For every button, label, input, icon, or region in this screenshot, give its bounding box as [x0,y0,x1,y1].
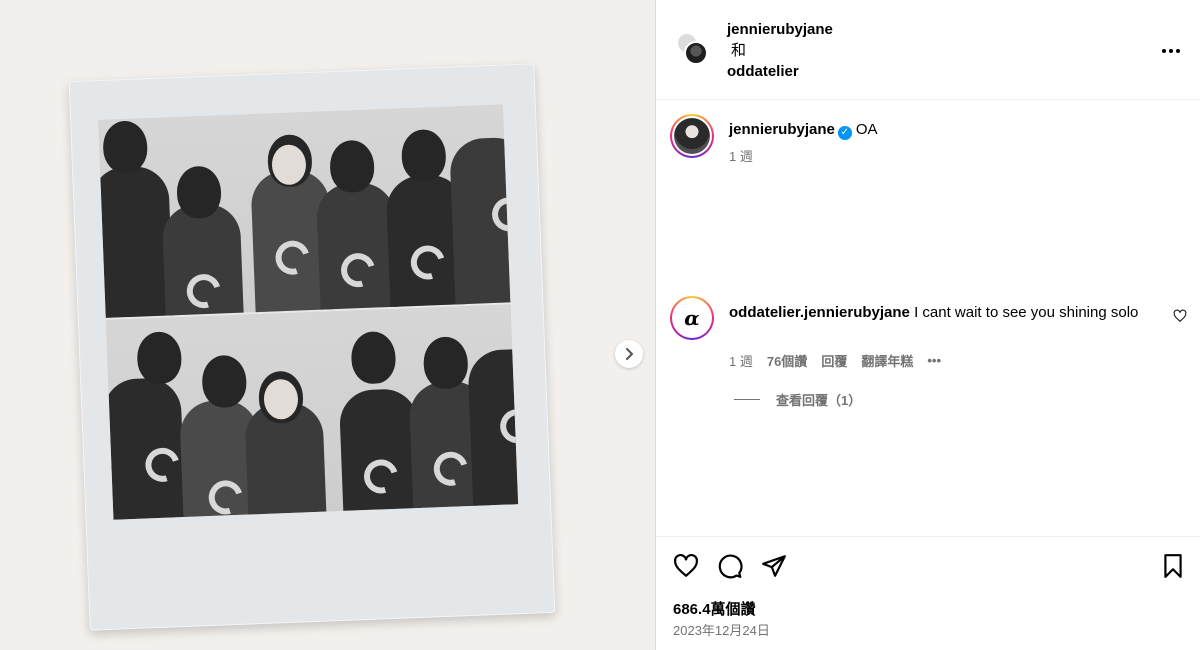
comment-like-heart-icon[interactable] [1173,309,1187,323]
commenter-avatar[interactable]: α [670,296,714,340]
post-date[interactable]: 2023年12月24日 [673,620,770,639]
photo-strip-bottom [105,304,519,520]
oa-logo: α [674,300,710,336]
comment-time[interactable]: 1 週 [729,351,753,370]
coauthor-link[interactable]: oddatelier [727,61,833,82]
like-heart-icon[interactable] [673,553,699,579]
comment-text: oddatelier.jennierubyjane I cant wait to… [729,302,1149,323]
and-separator: 和 [731,42,747,59]
translate-button[interactable]: 翻譯年糕 [861,351,913,370]
divider [734,399,760,400]
view-replies-button[interactable]: 查看回覆（1） [734,390,861,409]
more-horizontal-icon [1162,49,1180,53]
caption-time[interactable]: 1 週 [729,146,753,165]
like-count[interactable]: 686.4萬個讚 [673,598,756,619]
reply-button[interactable]: 回覆 [821,351,847,370]
next-media-button[interactable] [615,340,643,368]
caption-text: OA [855,121,878,138]
photo-strip-top [98,104,511,320]
action-bar [673,553,787,579]
comment-likes[interactable]: 76個讚 [767,351,807,370]
comment-username[interactable]: oddatelier. [729,304,804,321]
author-avatar[interactable] [670,114,714,158]
comment-body: I cant wait to see you shining solo [909,304,1139,321]
polaroid-frame [68,63,556,631]
share-paper-plane-icon[interactable] [761,553,787,579]
post-footer: 686.4萬個讚 2023年12月24日 [656,536,1200,650]
more-options-button[interactable] [1161,38,1181,59]
comment-mention[interactable]: jennierubyjane [804,304,910,321]
comment-meta: 1 週 76個讚 回覆 翻譯年糕 ••• [729,351,941,370]
avatar [684,41,708,65]
post-side-panel: jennierubyjane 和 oddatelier jennierubyja… [655,0,1200,650]
post-header: jennierubyjane 和 oddatelier [656,0,1200,100]
post-media [0,0,655,650]
caption-line: jennierubyjane ✓ OA [729,121,878,140]
collab-avatars[interactable] [676,32,708,65]
verified-badge-icon: ✓ [837,126,852,140]
post-photo[interactable] [98,104,519,520]
view-replies-label: 查看回覆（1） [776,393,862,408]
comment-more-button[interactable]: ••• [927,353,941,368]
caption-username[interactable]: jennierubyjane [729,121,835,138]
author-link[interactable]: jennierubyjane [727,19,833,40]
collab-names: jennierubyjane 和 oddatelier [727,19,833,82]
comment-bubble-icon[interactable] [717,553,743,579]
bookmark-icon[interactable] [1160,553,1186,579]
chevron-right-icon [626,348,633,360]
